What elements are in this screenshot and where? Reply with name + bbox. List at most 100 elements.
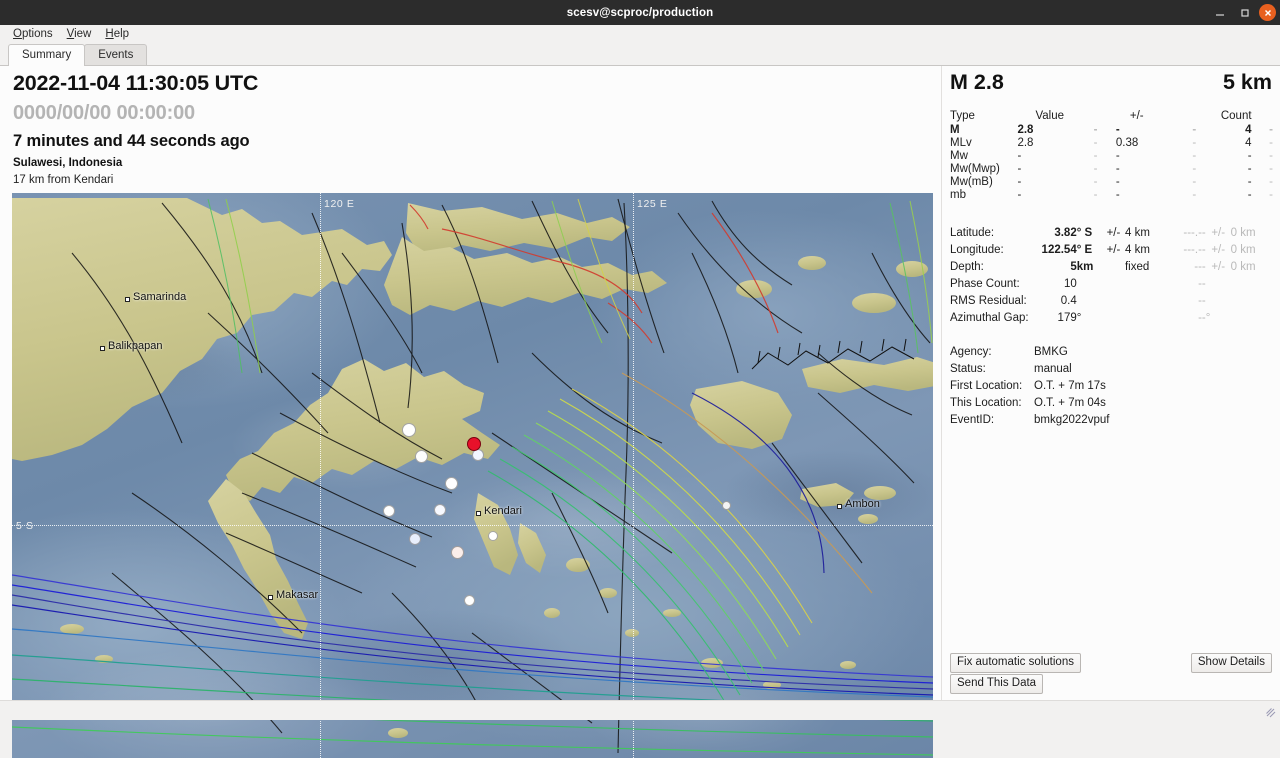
azimuthal-gap-dim: -- bbox=[1198, 312, 1206, 324]
first-location-value: O.T. + 7m 17s bbox=[1034, 380, 1106, 392]
mag-count: - bbox=[1247, 163, 1252, 175]
graticule-line-5s bbox=[12, 525, 933, 526]
phase-count-unit bbox=[1077, 277, 1102, 294]
city-label-samarinda: Samarinda bbox=[133, 291, 187, 303]
rms-residual-unit bbox=[1077, 294, 1102, 311]
longitude-pm: +/- bbox=[1106, 244, 1121, 256]
this-location-label: This Location: bbox=[950, 397, 1022, 409]
status-value: manual bbox=[1034, 363, 1072, 375]
latitude-value: 3.82 bbox=[1054, 227, 1077, 239]
event-map[interactable]: 120 E 125 E 5 S Samarinda Balikpapan Ken… bbox=[12, 193, 933, 758]
nearest-city-distance: 17 km from Kendari bbox=[13, 174, 114, 186]
city-marker-balikpapan bbox=[100, 346, 105, 351]
origin-info-row: Status: manual bbox=[950, 362, 1109, 379]
magnitude-row[interactable]: Mw(mB) - - - - - - bbox=[950, 176, 1273, 189]
magnitude-row[interactable]: mb - - - - - - bbox=[950, 189, 1273, 202]
region-name: Sulawesi, Indonesia bbox=[13, 157, 123, 169]
col-count: Count bbox=[1220, 110, 1252, 122]
agency-label: Agency: bbox=[950, 346, 992, 358]
tab-summary[interactable]: Summary bbox=[8, 44, 86, 66]
latitude-label: Latitude: bbox=[950, 227, 995, 239]
show-details-button[interactable]: Show Details bbox=[1190, 653, 1272, 673]
magnitude-row[interactable]: M 2.8 - - - 4 - bbox=[950, 124, 1273, 137]
mag-unc-dim: - bbox=[1192, 150, 1197, 162]
magnitude-row[interactable]: MLv 2.8 - 0.38 - 4 - bbox=[950, 137, 1273, 150]
origin-info-row: First Location: O.T. + 7m 17s bbox=[950, 379, 1109, 396]
mag-count-dim: - bbox=[1269, 150, 1273, 162]
city-label-kendari: Kendari bbox=[484, 505, 522, 517]
latitude-dim-pm: +/- bbox=[1211, 227, 1226, 239]
col-spacer2 bbox=[1175, 110, 1214, 124]
menu-options-label: ptions bbox=[21, 28, 53, 40]
station-marker[interactable] bbox=[488, 531, 498, 541]
station-marker[interactable] bbox=[402, 423, 416, 437]
mag-count-dim: - bbox=[1269, 124, 1273, 136]
mag-count: 4 bbox=[1245, 124, 1252, 136]
agency-value: BMKG bbox=[1034, 346, 1068, 358]
station-marker[interactable] bbox=[722, 501, 731, 510]
mag-unc-dim: - bbox=[1192, 137, 1197, 149]
rms-residual-label: RMS Residual: bbox=[950, 295, 1027, 307]
mag-value-dim: - bbox=[1093, 163, 1098, 175]
magnitude-table-header: Type Value +/- Count bbox=[950, 110, 1273, 124]
latitude-dim-value: ---.-- bbox=[1183, 227, 1206, 239]
epicenter-marker[interactable] bbox=[467, 437, 481, 451]
minimize-icon[interactable] bbox=[1209, 2, 1231, 24]
graticule-label-5s: 5 S bbox=[16, 520, 34, 532]
mag-unc-dim: - bbox=[1192, 189, 1197, 201]
latitude-unit: ° S bbox=[1076, 227, 1093, 239]
latitude-pm: +/- bbox=[1106, 227, 1121, 239]
fix-automatic-solutions-button[interactable]: Fix automatic solutions bbox=[950, 653, 1081, 673]
depth-fixed-flag: fixed bbox=[1124, 261, 1150, 273]
azimuthal-gap-pm bbox=[1102, 311, 1125, 328]
col-spacer1 bbox=[1075, 110, 1116, 124]
mag-type: M bbox=[950, 124, 960, 136]
station-marker[interactable] bbox=[409, 533, 421, 545]
rms-residual-dim2 bbox=[1206, 294, 1231, 311]
phase-count-dim3 bbox=[1231, 277, 1273, 294]
mag-unc-dim: - bbox=[1192, 124, 1197, 136]
phase-count-dim: -- bbox=[1198, 278, 1206, 290]
headline-depth: 5 km bbox=[1222, 70, 1272, 94]
station-marker[interactable] bbox=[464, 595, 475, 606]
azimuthal-gap-label: Azimuthal Gap: bbox=[950, 312, 1029, 324]
graticule-line-125e bbox=[633, 193, 634, 758]
station-marker[interactable] bbox=[415, 450, 428, 463]
close-icon[interactable] bbox=[1259, 4, 1276, 21]
maximize-icon[interactable] bbox=[1234, 2, 1256, 24]
longitude-dim-pm: +/- bbox=[1211, 244, 1226, 256]
window-controls bbox=[1209, 0, 1276, 25]
menu-view[interactable]: View bbox=[60, 27, 99, 41]
mag-value: - bbox=[1017, 150, 1022, 162]
station-marker[interactable] bbox=[383, 505, 395, 517]
magnitude-row[interactable]: Mw(Mwp) - - - - - - bbox=[950, 163, 1273, 176]
elapsed-time: 7 minutes and 44 seconds ago bbox=[13, 132, 250, 150]
mag-type: MLv bbox=[950, 137, 972, 149]
longitude-unit: ° E bbox=[1076, 244, 1093, 256]
city-label-makasar: Makasar bbox=[276, 589, 319, 601]
station-marker[interactable] bbox=[434, 504, 446, 516]
mag-value: 2.8 bbox=[1017, 124, 1034, 136]
send-this-data-button[interactable]: Send This Data bbox=[950, 674, 1044, 694]
station-marker[interactable] bbox=[445, 477, 458, 490]
menubar: Options View Help bbox=[0, 25, 1280, 43]
mag-value-dim: - bbox=[1093, 137, 1098, 149]
event-summary-panel: 2022-11-04 11:30:05 UTC 0000/00/00 00:00… bbox=[0, 66, 940, 758]
latitude-error: 4 km bbox=[1124, 227, 1150, 239]
menu-view-label: iew bbox=[74, 28, 92, 40]
menu-help[interactable]: Help bbox=[98, 27, 136, 41]
menu-options[interactable]: Options bbox=[6, 27, 60, 41]
window-titlebar: scesv@scproc/production bbox=[0, 0, 1280, 25]
mag-value: - bbox=[1017, 189, 1022, 201]
mag-value-dim: - bbox=[1093, 124, 1098, 136]
tab-events[interactable]: Events bbox=[84, 44, 148, 65]
station-marker[interactable] bbox=[451, 546, 464, 559]
phase-count-pm bbox=[1102, 277, 1125, 294]
city-marker-kendari bbox=[476, 511, 481, 516]
resize-grip-icon[interactable] bbox=[1263, 705, 1277, 719]
phase-count-error bbox=[1125, 277, 1167, 294]
azimuthal-gap-dim-unit: ° bbox=[1205, 312, 1211, 324]
mag-count: - bbox=[1247, 189, 1252, 201]
mag-value-dim: - bbox=[1093, 150, 1098, 162]
magnitude-row[interactable]: Mw - - - - - - bbox=[950, 150, 1273, 163]
